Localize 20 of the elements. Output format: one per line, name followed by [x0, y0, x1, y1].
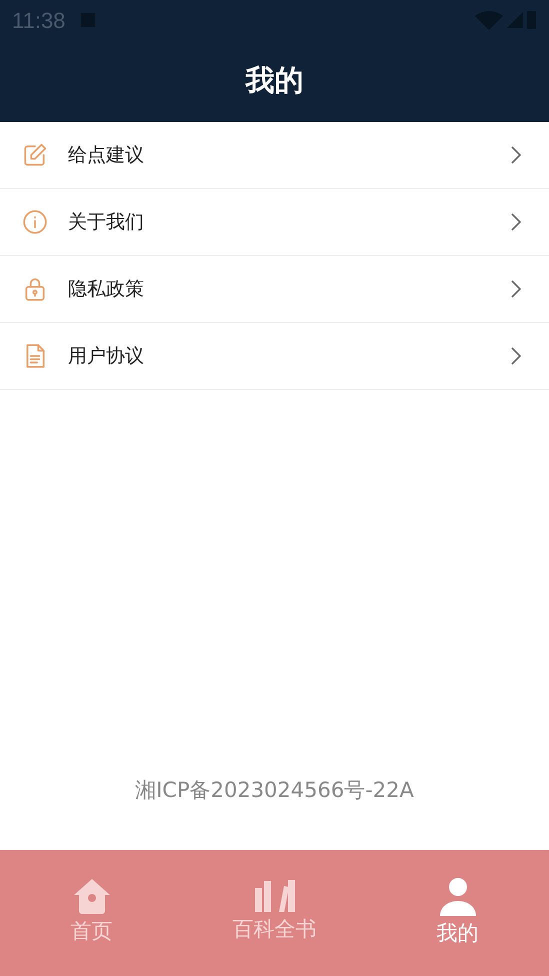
menu-item[interactable]: 隐私政策: [0, 256, 549, 323]
edit-icon: [22, 142, 48, 168]
chevron-icon: [511, 280, 521, 298]
chevron-icon: [511, 347, 521, 365]
menu-label: 给点建议: [68, 142, 145, 168]
home-icon: [72, 878, 110, 914]
menu-label: 隐私政策: [68, 276, 145, 302]
menu-label: 用户协议: [68, 344, 145, 369]
menu-item[interactable]: 用户协议: [0, 323, 549, 390]
icp-text: 湘ICP备2023024566号-22A: [135, 777, 414, 804]
books-icon: [254, 878, 294, 912]
user-icon: [438, 878, 476, 916]
status-time: 11:38: [12, 6, 66, 34]
chevron-icon: [511, 146, 521, 164]
menu-item[interactable]: 关于我们: [0, 189, 549, 256]
chevron-icon: [511, 213, 521, 231]
menu-item[interactable]: 给点建议: [0, 122, 549, 189]
menu-label: 关于我们: [68, 210, 145, 235]
page-title: 我的: [246, 62, 304, 100]
info-icon: [22, 209, 48, 235]
